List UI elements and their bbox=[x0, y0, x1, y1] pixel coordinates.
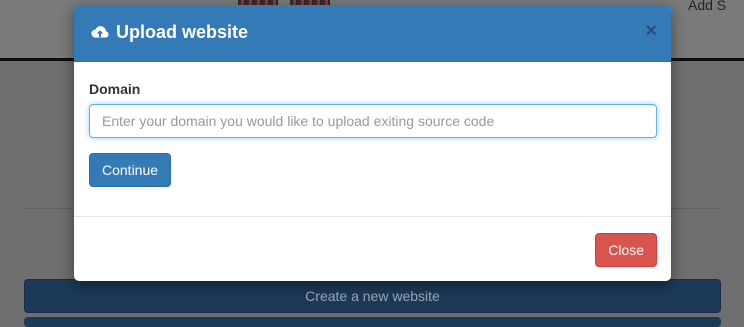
modal-title: Upload website bbox=[90, 22, 248, 43]
continue-button[interactable]: Continue bbox=[89, 153, 172, 187]
modal-title-text: Upload website bbox=[116, 22, 249, 42]
modal-footer: Close bbox=[74, 216, 671, 281]
domain-input[interactable] bbox=[89, 104, 657, 138]
create-website-button: Create a new website bbox=[24, 279, 721, 313]
close-icon[interactable]: × bbox=[645, 19, 657, 43]
upload-website-modal: Upload website × Domain Continue Close bbox=[74, 5, 671, 281]
close-button[interactable]: Close bbox=[595, 233, 657, 267]
domain-label: Domain bbox=[89, 81, 141, 97]
modal-header: Upload website × bbox=[74, 5, 671, 62]
cloud-upload-icon bbox=[91, 25, 109, 37]
modal-body: Domain Continue bbox=[74, 62, 671, 216]
background-corner-text: Add S bbox=[688, 0, 727, 10]
background-button bbox=[24, 317, 721, 327]
